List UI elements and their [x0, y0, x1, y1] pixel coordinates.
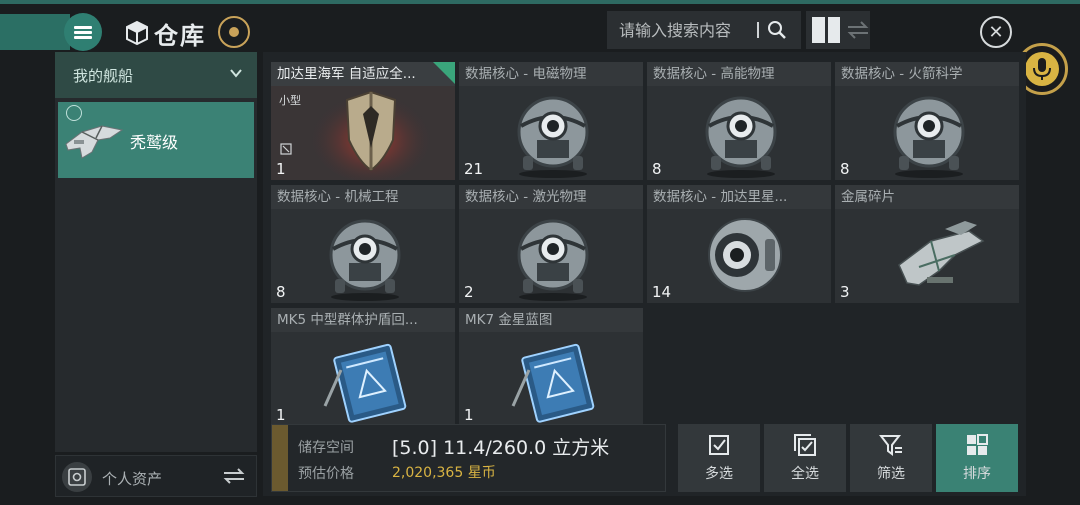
item-cell[interactable]: 数据核心 - 电磁物理 21: [459, 62, 643, 180]
item-count: 14: [652, 283, 672, 301]
menu-icon: [74, 24, 92, 41]
swap-arrows-icon[interactable]: [222, 466, 246, 486]
swap-arrows-icon: [847, 21, 869, 39]
header: 仓库 ✕: [0, 4, 1080, 52]
item-size-badge: 小型: [279, 94, 301, 107]
item-image: [835, 209, 1019, 303]
item-image: [271, 209, 455, 303]
item-image: [459, 209, 643, 303]
item-cell[interactable]: 数据核心 - 火箭科学 8: [835, 62, 1019, 180]
item-cell[interactable]: 金属碎片 3: [835, 185, 1019, 303]
ship-item-condor[interactable]: 秃鹫级: [58, 102, 254, 178]
item-image: [647, 209, 831, 303]
filter-button[interactable]: 筛选: [850, 424, 932, 492]
item-image: [459, 86, 643, 180]
sort-grid-icon: [967, 434, 988, 455]
item-name: MK5 中型群体护盾回...: [271, 308, 455, 332]
close-icon[interactable]: ✕: [980, 16, 1012, 48]
sort-label: 排序: [963, 466, 991, 482]
item-name: 数据核心 - 激光物理: [459, 185, 643, 209]
item-cell[interactable]: 数据核心 - 加达里星... 14: [647, 185, 831, 303]
item-count: 3: [840, 283, 850, 301]
item-image: [835, 86, 1019, 180]
multi-select-label: 多选: [705, 466, 733, 482]
layout-toggle-button[interactable]: [806, 11, 870, 49]
target-icon[interactable]: [218, 16, 250, 48]
storage-info-panel: 储存空间 [5.0] 11.4/260.0 立方米 预估价格 2,020,365…: [271, 424, 666, 492]
filter-label: 筛选: [877, 466, 905, 482]
ship-icon: [65, 125, 124, 159]
item-cell[interactable]: MK5 中型群体护盾回... 1: [271, 308, 455, 426]
storage-space-label: 储存空间: [298, 440, 354, 456]
item-name: 加达里海军 自适应全...: [271, 62, 455, 86]
header-tab-bg: [0, 14, 70, 50]
item-name: 数据核心 - 机械工程: [271, 185, 455, 209]
item-name: 数据核心 - 电磁物理: [459, 62, 643, 86]
item-cell[interactable]: 数据核心 - 高能物理 8: [647, 62, 831, 180]
personal-assets-label: 个人资产: [102, 470, 163, 488]
sidebar: 我的舰船 秃鹫级: [55, 52, 257, 452]
item-name: 数据核心 - 火箭科学: [835, 62, 1019, 86]
gold-stripe: [272, 425, 288, 491]
safe-icon: [62, 462, 92, 492]
item-count: 8: [840, 160, 850, 178]
category-dropdown[interactable]: 我的舰船: [55, 52, 257, 98]
storage-space-value: [5.0] 11.4/260.0 立方米: [392, 437, 610, 459]
filter-icon: [879, 435, 902, 456]
chevron-down-icon: [230, 69, 242, 78]
item-cell[interactable]: 加达里海军 自适应全... 小型 1: [271, 62, 455, 182]
grid-layout-icon: [812, 17, 840, 43]
item-count: 8: [652, 160, 662, 178]
ship-name: 秃鹫级: [130, 133, 179, 152]
item-name: 数据核心 - 加达里星...: [647, 185, 831, 209]
item-image: [271, 332, 455, 426]
search-icon[interactable]: [767, 20, 787, 40]
item-name: 数据核心 - 高能物理: [647, 62, 831, 86]
page-title: 仓库: [154, 22, 206, 50]
sort-button[interactable]: 排序: [936, 424, 1018, 492]
multi-select-button[interactable]: 多选: [678, 424, 760, 492]
item-count: 8: [276, 283, 286, 301]
item-image: [647, 86, 831, 180]
item-count: 2: [464, 283, 474, 301]
item-image: [459, 332, 643, 426]
item-cell[interactable]: 数据核心 - 机械工程 8: [271, 185, 455, 303]
microphone-icon: [1033, 58, 1051, 80]
estimated-price-label: 预估价格: [298, 466, 354, 482]
search-box[interactable]: [607, 11, 801, 49]
item-count: 1: [276, 160, 286, 178]
item-count: 21: [464, 160, 484, 178]
item-count: 1: [276, 406, 286, 424]
check-square-icon: [709, 435, 729, 455]
item-name: 金属碎片: [835, 185, 1019, 209]
item-cell[interactable]: MK7 金星蓝图 1: [459, 308, 643, 426]
select-all-button[interactable]: 全选: [764, 424, 846, 492]
search-input[interactable]: [607, 20, 757, 40]
category-label: 我的舰船: [73, 66, 134, 85]
menu-button[interactable]: [64, 13, 102, 51]
item-count: 1: [464, 406, 474, 424]
check-all-icon: [794, 434, 816, 456]
select-all-label: 全选: [791, 466, 819, 482]
search-separator: [757, 22, 759, 38]
selected-corner-icon: [433, 62, 455, 84]
warehouse-cube-icon: [126, 20, 148, 46]
personal-assets-button[interactable]: 个人资产: [55, 455, 257, 497]
item-name: MK7 金星蓝图: [459, 308, 643, 332]
estimated-price-value: 2,020,365 星币: [392, 465, 496, 481]
item-cell[interactable]: 数据核心 - 激光物理 2: [459, 185, 643, 303]
